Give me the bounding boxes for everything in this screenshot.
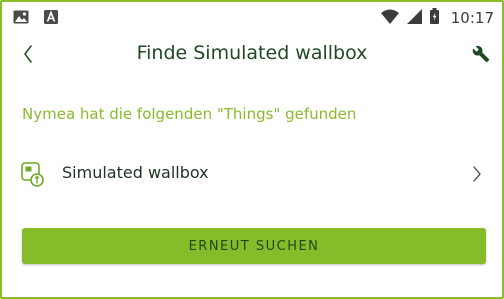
list-item[interactable]: Simulated wallbox bbox=[2, 156, 502, 192]
app-window: 10:17 Finde Simulated wallbox Nymea hat … bbox=[0, 0, 504, 299]
image-icon bbox=[13, 9, 29, 28]
battery-icon bbox=[429, 8, 439, 28]
signal-icon bbox=[406, 8, 422, 28]
wifi-icon bbox=[380, 9, 399, 28]
status-bar: 10:17 bbox=[2, 2, 502, 32]
wrench-icon bbox=[472, 45, 490, 63]
chevron-right-icon bbox=[472, 165, 482, 183]
results-subtitle: Nymea hat die folgenden "Things" gefunde… bbox=[22, 105, 357, 123]
device-icon bbox=[21, 161, 45, 187]
app-header: Finde Simulated wallbox bbox=[2, 38, 502, 72]
search-again-button[interactable]: ERNEUT SUCHEN bbox=[22, 228, 486, 264]
clock: 10:17 bbox=[450, 9, 494, 27]
list-item-label: Simulated wallbox bbox=[62, 163, 209, 182]
settings-button[interactable] bbox=[470, 43, 492, 65]
page-title: Finde Simulated wallbox bbox=[136, 42, 368, 64]
app-notification-icon bbox=[44, 9, 58, 28]
